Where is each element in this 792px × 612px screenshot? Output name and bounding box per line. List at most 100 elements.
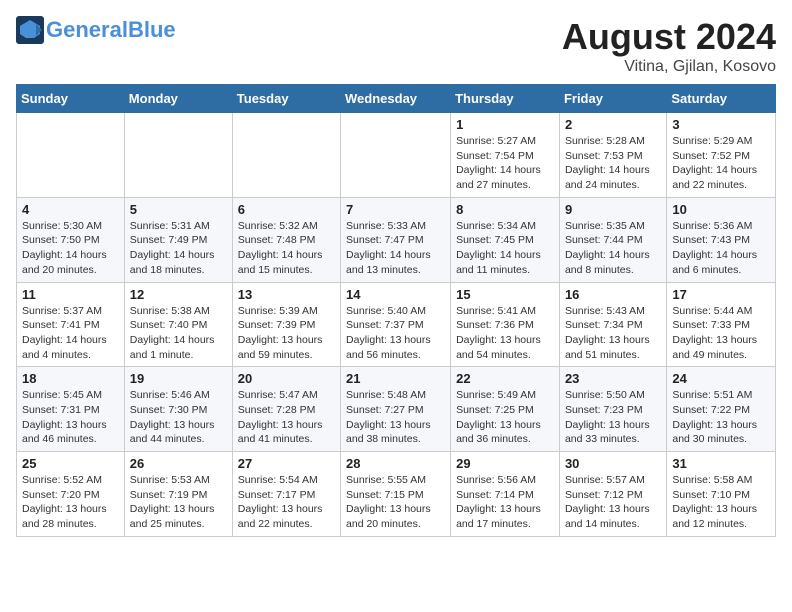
day-number: 25: [22, 456, 119, 471]
weekday-header: Tuesday: [232, 85, 340, 113]
table-row: 29 Sunrise: 5:56 AM Sunset: 7:14 PM Dayli…: [451, 452, 560, 537]
day-info: Sunrise: 5:57 AM Sunset: 7:12 PM Dayligh…: [565, 473, 661, 532]
day-info: Sunrise: 5:54 AM Sunset: 7:17 PM Dayligh…: [238, 473, 335, 532]
day-number: 13: [238, 287, 335, 302]
day-info: Sunrise: 5:47 AM Sunset: 7:28 PM Dayligh…: [238, 388, 335, 447]
table-row: 15 Sunrise: 5:41 AM Sunset: 7:36 PM Dayli…: [451, 282, 560, 367]
day-info: Sunrise: 5:31 AM Sunset: 7:49 PM Dayligh…: [130, 219, 227, 278]
day-number: 12: [130, 287, 227, 302]
logo-general: General: [46, 17, 128, 42]
day-info: Sunrise: 5:29 AM Sunset: 7:52 PM Dayligh…: [672, 134, 770, 193]
day-info: Sunrise: 5:36 AM Sunset: 7:43 PM Dayligh…: [672, 219, 770, 278]
weekday-header: Monday: [124, 85, 232, 113]
location: Vitina, Gjilan, Kosovo: [562, 58, 776, 76]
day-number: 16: [565, 287, 661, 302]
table-row: 8Sunrise: 5:34 AM Sunset: 7:45 PM Daylig…: [451, 197, 560, 282]
table-row: 19Sunrise: 5:46 AM Sunset: 7:30 PM Dayli…: [124, 367, 232, 452]
table-row: 17Sunrise: 5:44 AM Sunset: 7:33 PM Dayli…: [667, 282, 776, 367]
logo-text: GeneralBlue: [46, 19, 176, 41]
day-number: 29: [456, 456, 554, 471]
weekday-header: Sunday: [17, 85, 125, 113]
table-row: 6 Sunrise: 5:32 AM Sunset: 7:48 PM Daylig…: [232, 197, 340, 282]
day-info: Sunrise: 5:43 AM Sunset: 7:34 PM Dayligh…: [565, 304, 661, 363]
table-row: 5 Sunrise: 5:31 AM Sunset: 7:49 PM Daylig…: [124, 197, 232, 282]
table-row: 1 Sunrise: 5:27 AM Sunset: 7:54 PM Daylig…: [451, 113, 560, 198]
day-info: Sunrise: 5:46 AM Sunset: 7:30 PM Dayligh…: [130, 388, 227, 447]
day-info: Sunrise: 5:40 AM Sunset: 7:37 PM Dayligh…: [346, 304, 445, 363]
day-info: Sunrise: 5:32 AM Sunset: 7:48 PM Dayligh…: [238, 219, 335, 278]
table-row: 3 Sunrise: 5:29 AM Sunset: 7:52 PM Daylig…: [667, 113, 776, 198]
day-number: 9: [565, 202, 661, 217]
day-info: Sunrise: 5:50 AM Sunset: 7:23 PM Dayligh…: [565, 388, 661, 447]
day-number: 15: [456, 287, 554, 302]
table-row: 10 Sunrise: 5:36 AM Sunset: 7:43 PM Dayli…: [667, 197, 776, 282]
table-row: 12 Sunrise: 5:38 AM Sunset: 7:40 PM Dayli…: [124, 282, 232, 367]
table-row: 27 Sunrise: 5:54 AM Sunset: 7:17 PM Dayli…: [232, 452, 340, 537]
day-info: Sunrise: 5:39 AM Sunset: 7:39 PM Dayligh…: [238, 304, 335, 363]
day-number: 5: [130, 202, 227, 217]
day-number: 31: [672, 456, 770, 471]
day-number: 26: [130, 456, 227, 471]
table-row: [17, 113, 125, 198]
day-info: Sunrise: 5:33 AM Sunset: 7:47 PM Dayligh…: [346, 219, 445, 278]
calendar-row: 11 Sunrise: 5:37 AM Sunset: 7:41 PM Dayli…: [17, 282, 776, 367]
table-row: [341, 113, 451, 198]
day-number: 1: [456, 117, 554, 132]
table-row: 25 Sunrise: 5:52 AM Sunset: 7:20 PM Dayli…: [17, 452, 125, 537]
day-info: Sunrise: 5:28 AM Sunset: 7:53 PM Dayligh…: [565, 134, 661, 193]
day-info: Sunrise: 5:41 AM Sunset: 7:36 PM Dayligh…: [456, 304, 554, 363]
day-number: 6: [238, 202, 335, 217]
day-info: Sunrise: 5:56 AM Sunset: 7:14 PM Dayligh…: [456, 473, 554, 532]
day-number: 2: [565, 117, 661, 132]
day-info: Sunrise: 5:52 AM Sunset: 7:20 PM Dayligh…: [22, 473, 119, 532]
day-number: 24: [672, 371, 770, 386]
calendar-body: 1 Sunrise: 5:27 AM Sunset: 7:54 PM Daylig…: [17, 113, 776, 537]
day-info: Sunrise: 5:27 AM Sunset: 7:54 PM Dayligh…: [456, 134, 554, 193]
month-year: August 2024: [562, 16, 776, 58]
table-row: 13 Sunrise: 5:39 AM Sunset: 7:39 PM Dayli…: [232, 282, 340, 367]
day-info: Sunrise: 5:44 AM Sunset: 7:33 PM Dayligh…: [672, 304, 770, 363]
title-block: August 2024 Vitina, Gjilan, Kosovo: [562, 16, 776, 76]
day-info: Sunrise: 5:49 AM Sunset: 7:25 PM Dayligh…: [456, 388, 554, 447]
day-number: 28: [346, 456, 445, 471]
day-number: 30: [565, 456, 661, 471]
day-number: 21: [346, 371, 445, 386]
day-number: 4: [22, 202, 119, 217]
day-number: 11: [22, 287, 119, 302]
table-row: 30 Sunrise: 5:57 AM Sunset: 7:12 PM Dayli…: [559, 452, 666, 537]
table-row: [232, 113, 340, 198]
logo-icon: [16, 16, 44, 44]
day-number: 8: [456, 202, 554, 217]
day-number: 20: [238, 371, 335, 386]
calendar-row: 18 Sunrise: 5:45 AM Sunset: 7:31 PM Dayli…: [17, 367, 776, 452]
day-number: 18: [22, 371, 119, 386]
calendar-row: 25 Sunrise: 5:52 AM Sunset: 7:20 PM Dayli…: [17, 452, 776, 537]
table-row: 20 Sunrise: 5:47 AM Sunset: 7:28 PM Dayli…: [232, 367, 340, 452]
day-info: Sunrise: 5:55 AM Sunset: 7:15 PM Dayligh…: [346, 473, 445, 532]
day-number: 10: [672, 202, 770, 217]
calendar-row: 1 Sunrise: 5:27 AM Sunset: 7:54 PM Daylig…: [17, 113, 776, 198]
table-row: 16 Sunrise: 5:43 AM Sunset: 7:34 PM Dayli…: [559, 282, 666, 367]
day-info: Sunrise: 5:53 AM Sunset: 7:19 PM Dayligh…: [130, 473, 227, 532]
day-number: 27: [238, 456, 335, 471]
page-header: GeneralBlue August 2024 Vitina, Gjilan, …: [16, 16, 776, 76]
table-row: 14Sunrise: 5:40 AM Sunset: 7:37 PM Dayli…: [341, 282, 451, 367]
calendar-row: 4 Sunrise: 5:30 AM Sunset: 7:50 PM Daylig…: [17, 197, 776, 282]
day-info: Sunrise: 5:37 AM Sunset: 7:41 PM Dayligh…: [22, 304, 119, 363]
table-row: 26 Sunrise: 5:53 AM Sunset: 7:19 PM Dayli…: [124, 452, 232, 537]
weekday-header: Wednesday: [341, 85, 451, 113]
day-info: Sunrise: 5:30 AM Sunset: 7:50 PM Dayligh…: [22, 219, 119, 278]
table-row: 9 Sunrise: 5:35 AM Sunset: 7:44 PM Daylig…: [559, 197, 666, 282]
table-row: 2 Sunrise: 5:28 AM Sunset: 7:53 PM Daylig…: [559, 113, 666, 198]
logo-blue: Blue: [128, 17, 176, 42]
weekday-row: SundayMondayTuesdayWednesdayThursdayFrid…: [17, 85, 776, 113]
table-row: 7 Sunrise: 5:33 AM Sunset: 7:47 PM Daylig…: [341, 197, 451, 282]
day-number: 7: [346, 202, 445, 217]
day-info: Sunrise: 5:38 AM Sunset: 7:40 PM Dayligh…: [130, 304, 227, 363]
day-info: Sunrise: 5:45 AM Sunset: 7:31 PM Dayligh…: [22, 388, 119, 447]
table-row: 28 Sunrise: 5:55 AM Sunset: 7:15 PM Dayli…: [341, 452, 451, 537]
table-row: 24Sunrise: 5:51 AM Sunset: 7:22 PM Dayli…: [667, 367, 776, 452]
table-row: 18 Sunrise: 5:45 AM Sunset: 7:31 PM Dayli…: [17, 367, 125, 452]
day-number: 3: [672, 117, 770, 132]
day-info: Sunrise: 5:35 AM Sunset: 7:44 PM Dayligh…: [565, 219, 661, 278]
